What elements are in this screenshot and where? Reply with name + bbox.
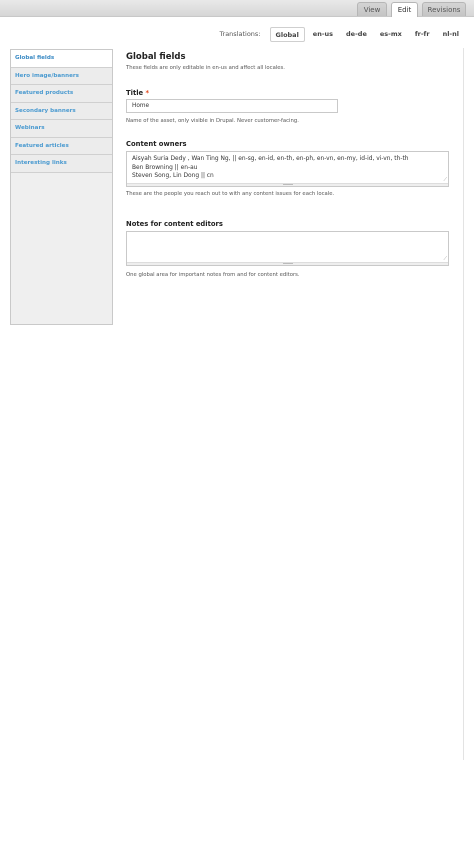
- global-fields-pane: Global fields These fields are only edit…: [126, 52, 450, 278]
- content-owners-help-text: These are the people you reach out to wi…: [126, 191, 335, 197]
- translation-es-mx[interactable]: es-mx: [375, 27, 407, 42]
- title-field-label: Title *: [126, 89, 450, 97]
- top-tab-bar: View Edit Revisions: [0, 0, 474, 17]
- title-input[interactable]: Home: [126, 99, 338, 113]
- sidebar-item-webinars[interactable]: Webinars: [11, 120, 112, 138]
- translation-de-de[interactable]: de-de: [341, 27, 372, 42]
- notes-label: Notes for content editors: [126, 220, 223, 228]
- pane-title: Global fields: [126, 52, 186, 62]
- notes-help-text: One global area for important notes from…: [126, 272, 300, 278]
- pane-description: These fields are only editable in en-us …: [126, 65, 285, 71]
- notes-textarea[interactable]: ⟋: [126, 231, 449, 266]
- content-edge-divider: [463, 48, 464, 760]
- sidebar-item-global-fields[interactable]: Global fields: [11, 50, 112, 68]
- translations-bar: Translations: Global en-us de-de es-mx f…: [220, 26, 465, 42]
- notes-text: [127, 232, 448, 235]
- textarea-resize-grip[interactable]: [127, 183, 448, 186]
- vertical-tabs-sidebar: Global fields Hero image/banners Feature…: [10, 49, 113, 325]
- translation-en-us[interactable]: en-us: [308, 27, 338, 42]
- title-help-text: Name of the asset, only visible in Drupa…: [126, 118, 299, 124]
- sidebar-item-interesting-links[interactable]: Interesting links: [11, 155, 112, 173]
- required-marker: *: [145, 89, 150, 97]
- sidebar-item-secondary-banners[interactable]: Secondary banners: [11, 102, 112, 120]
- primary-tabs: View Edit Revisions: [357, 2, 466, 17]
- tab-edit[interactable]: Edit: [391, 2, 418, 17]
- tab-view[interactable]: View: [357, 2, 387, 16]
- content-owners-line: Ben Browning || en-au: [132, 164, 198, 171]
- content-owners-text: Aisyah Suria Dedy , Wan Ting Ng, || en-s…: [127, 152, 448, 181]
- translation-global[interactable]: Global: [269, 26, 305, 42]
- textarea-resize-grip[interactable]: [127, 262, 448, 265]
- content-owners-textarea[interactable]: Aisyah Suria Dedy , Wan Ting Ng, || en-s…: [126, 151, 449, 187]
- sidebar-item-hero-image-banners[interactable]: Hero image/banners: [11, 67, 112, 85]
- tab-revisions[interactable]: Revisions: [422, 2, 466, 16]
- translation-nl-nl[interactable]: nl-nl: [438, 27, 464, 42]
- sidebar-item-featured-products[interactable]: Featured products: [11, 85, 112, 103]
- translation-fr-fr[interactable]: fr-fr: [410, 27, 435, 42]
- content-owners-line: Aisyah Suria Dedy , Wan Ting Ng, || en-s…: [132, 156, 409, 162]
- sidebar-item-featured-articles[interactable]: Featured articles: [11, 137, 112, 155]
- title-label-text: Title: [126, 89, 144, 97]
- translations-label: Translations:: [219, 30, 261, 38]
- content-owners-label: Content owners: [126, 140, 187, 148]
- content-owners-line: Steven Song, Lin Dong || cn: [132, 173, 214, 179]
